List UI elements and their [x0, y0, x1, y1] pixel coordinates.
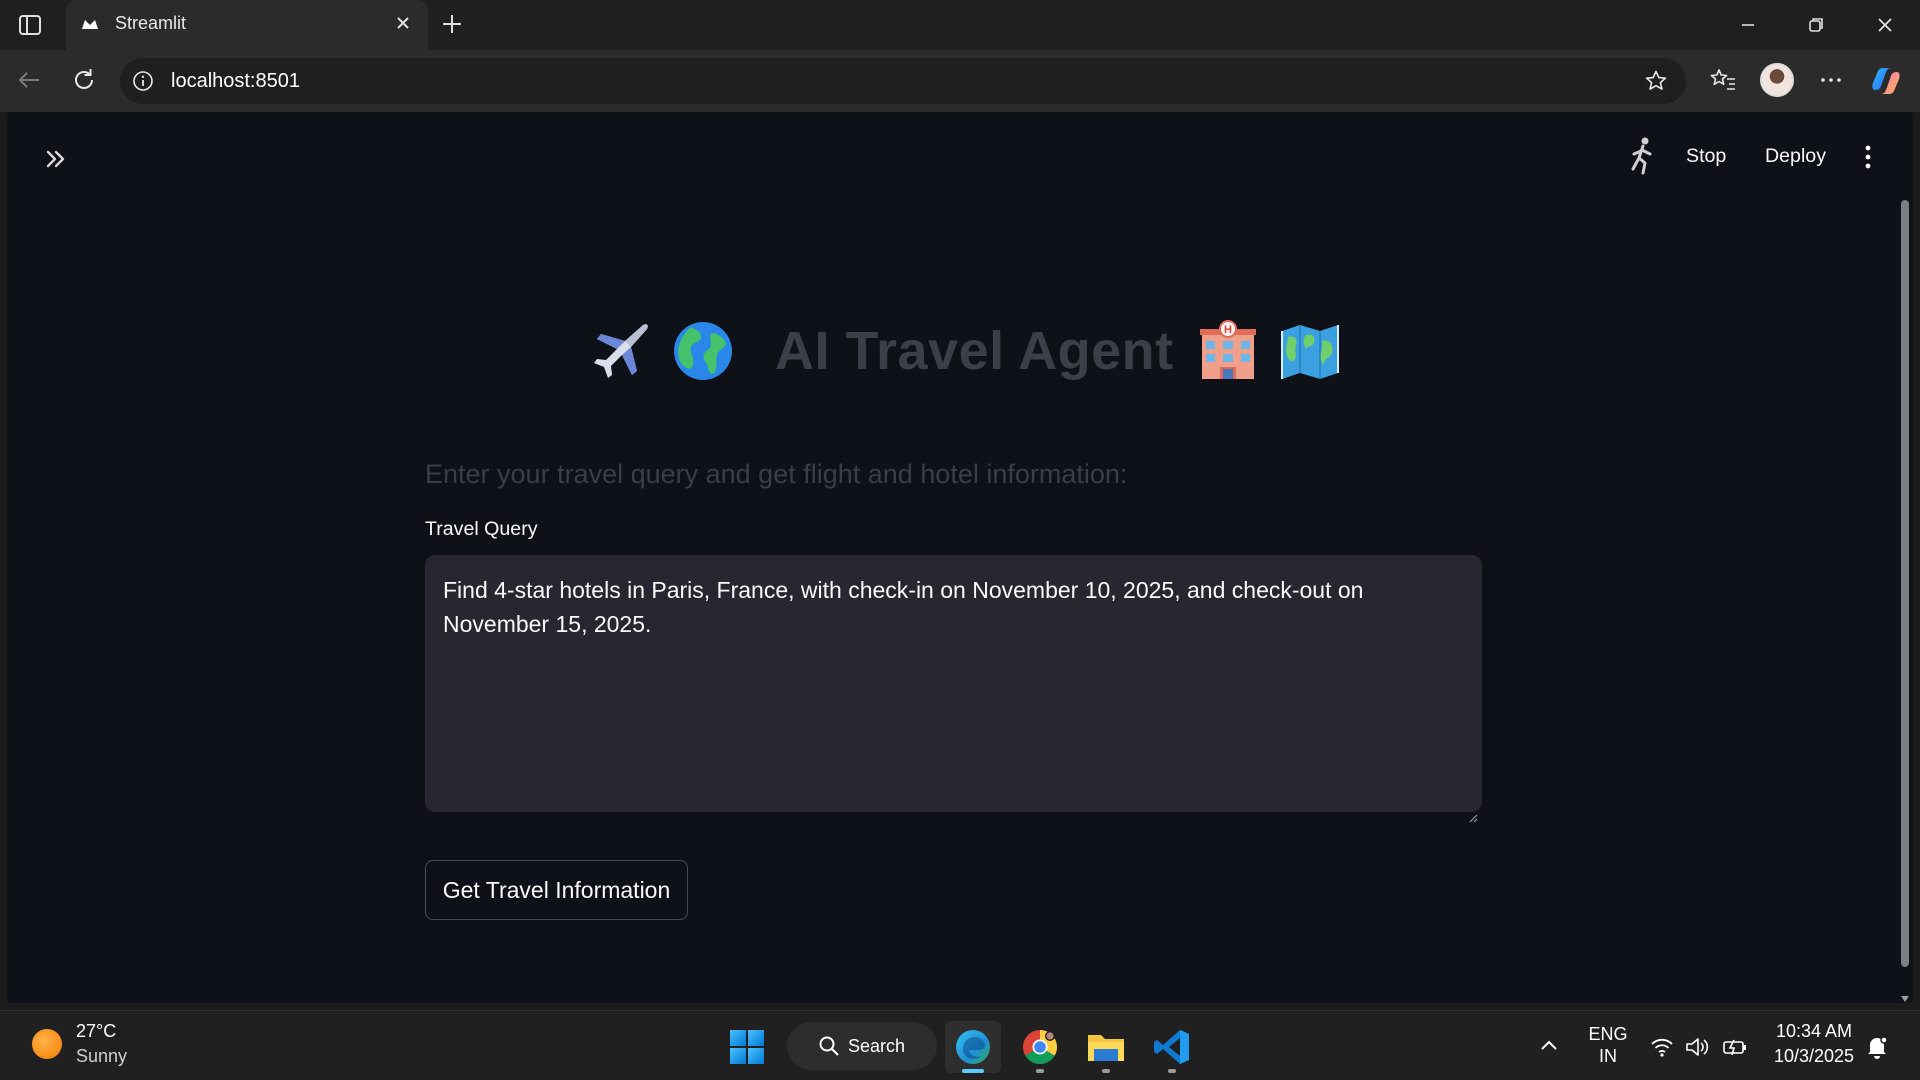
minimize-icon[interactable] — [1733, 10, 1763, 40]
browser-toolbar: localhost:8501 — [0, 50, 1920, 112]
travel-query-value[interactable]: Find 4-star hotels in Paris, France, wit… — [443, 577, 1363, 637]
airplane-icon — [589, 319, 653, 383]
page-subtitle: Enter your travel query and get flight a… — [425, 459, 1128, 489]
explorer-indicator — [1102, 1069, 1110, 1073]
chrome-icon — [1023, 1030, 1057, 1064]
search-icon — [818, 1035, 840, 1057]
expand-sidebar-icon[interactable] — [41, 144, 71, 174]
copilot-icon[interactable] — [1869, 64, 1903, 98]
back-icon[interactable] — [14, 65, 44, 95]
volume-icon[interactable] — [1684, 1034, 1710, 1060]
folder-icon — [1088, 1035, 1124, 1061]
taskbar-chrome[interactable] — [1012, 1021, 1068, 1073]
window-close-icon[interactable] — [1870, 10, 1900, 40]
new-tab-icon[interactable] — [438, 10, 466, 38]
running-man-icon — [1625, 136, 1659, 176]
svg-text:H: H — [1224, 324, 1232, 336]
start-button[interactable] — [719, 1021, 775, 1073]
language-top[interactable]: ENG — [1584, 1024, 1632, 1045]
taskbar-vscode[interactable] — [1144, 1021, 1200, 1073]
get-travel-information-button[interactable]: Get Travel Information — [425, 860, 688, 920]
taskbar-edge[interactable] — [945, 1021, 1001, 1073]
site-info-icon[interactable] — [132, 70, 154, 92]
clock-date[interactable]: 10/3/2025 — [1766, 1046, 1862, 1067]
weather-description[interactable]: Sunny — [76, 1046, 127, 1067]
globe-icon — [671, 319, 735, 383]
hotel-icon: H — [1196, 319, 1260, 383]
taskbar-search[interactable]: Search — [787, 1022, 937, 1070]
resize-handle-icon[interactable] — [1468, 798, 1478, 823]
streamlit-app: Stop Deploy AI Travel Agent H Enter your… — [7, 112, 1913, 1003]
scroll-down-icon[interactable] — [1900, 990, 1910, 1002]
stop-button[interactable]: Stop — [1686, 145, 1726, 168]
travel-query-input[interactable]: Find 4-star hotels in Paris, France, wit… — [425, 555, 1482, 823]
notifications-icon[interactable] — [1864, 1034, 1890, 1060]
tab-title: Streamlit — [115, 13, 187, 33]
wifi-icon[interactable] — [1649, 1034, 1675, 1060]
world-map-icon — [1278, 319, 1342, 383]
tab-actions-icon[interactable] — [14, 11, 46, 39]
chrome-indicator — [1036, 1069, 1044, 1073]
reload-icon[interactable] — [69, 65, 99, 95]
more-options-icon[interactable] — [1816, 65, 1846, 95]
windows-logo-icon — [730, 1030, 764, 1064]
language-bottom[interactable]: IN — [1584, 1046, 1632, 1067]
page-scrollbar[interactable] — [1901, 200, 1909, 967]
travel-query-label: Travel Query — [425, 518, 538, 540]
clock-time[interactable]: 10:34 AM — [1766, 1021, 1862, 1042]
weather-temperature[interactable]: 27°C — [76, 1021, 116, 1042]
browser-tab-strip: Streamlit — [0, 0, 1920, 50]
show-hidden-icons-icon[interactable] — [1536, 1033, 1562, 1059]
app-title: AI Travel Agent — [775, 321, 1174, 381]
deploy-button[interactable]: Deploy — [1765, 145, 1826, 168]
battery-charging-icon[interactable] — [1722, 1034, 1748, 1060]
favorites-icon[interactable] — [1708, 65, 1738, 95]
edge-icon — [956, 1030, 990, 1064]
tab-close-icon[interactable] — [392, 12, 414, 34]
weather-sun-icon[interactable] — [32, 1029, 62, 1059]
taskbar-file-explorer[interactable] — [1078, 1021, 1134, 1073]
edge-active-indicator — [962, 1069, 984, 1073]
vscode-indicator — [1168, 1069, 1176, 1073]
streamlit-favicon-icon — [80, 14, 100, 34]
address-bar[interactable]: localhost:8501 — [120, 58, 1686, 104]
url-text[interactable]: localhost:8501 — [171, 70, 300, 93]
browser-tab-streamlit[interactable]: Streamlit — [66, 0, 428, 50]
page-title: AI Travel Agent H — [589, 314, 1339, 388]
restore-icon[interactable] — [1801, 10, 1831, 40]
favorite-star-icon[interactable] — [1644, 69, 1668, 93]
windows-taskbar: 27°C Sunny Search ENG IN 10:34 AM 10/3/2… — [0, 1010, 1920, 1080]
profile-avatar[interactable] — [1760, 63, 1794, 97]
search-label: Search — [848, 1036, 906, 1056]
main-menu-icon[interactable] — [1861, 144, 1875, 170]
vscode-icon — [1154, 1030, 1189, 1064]
